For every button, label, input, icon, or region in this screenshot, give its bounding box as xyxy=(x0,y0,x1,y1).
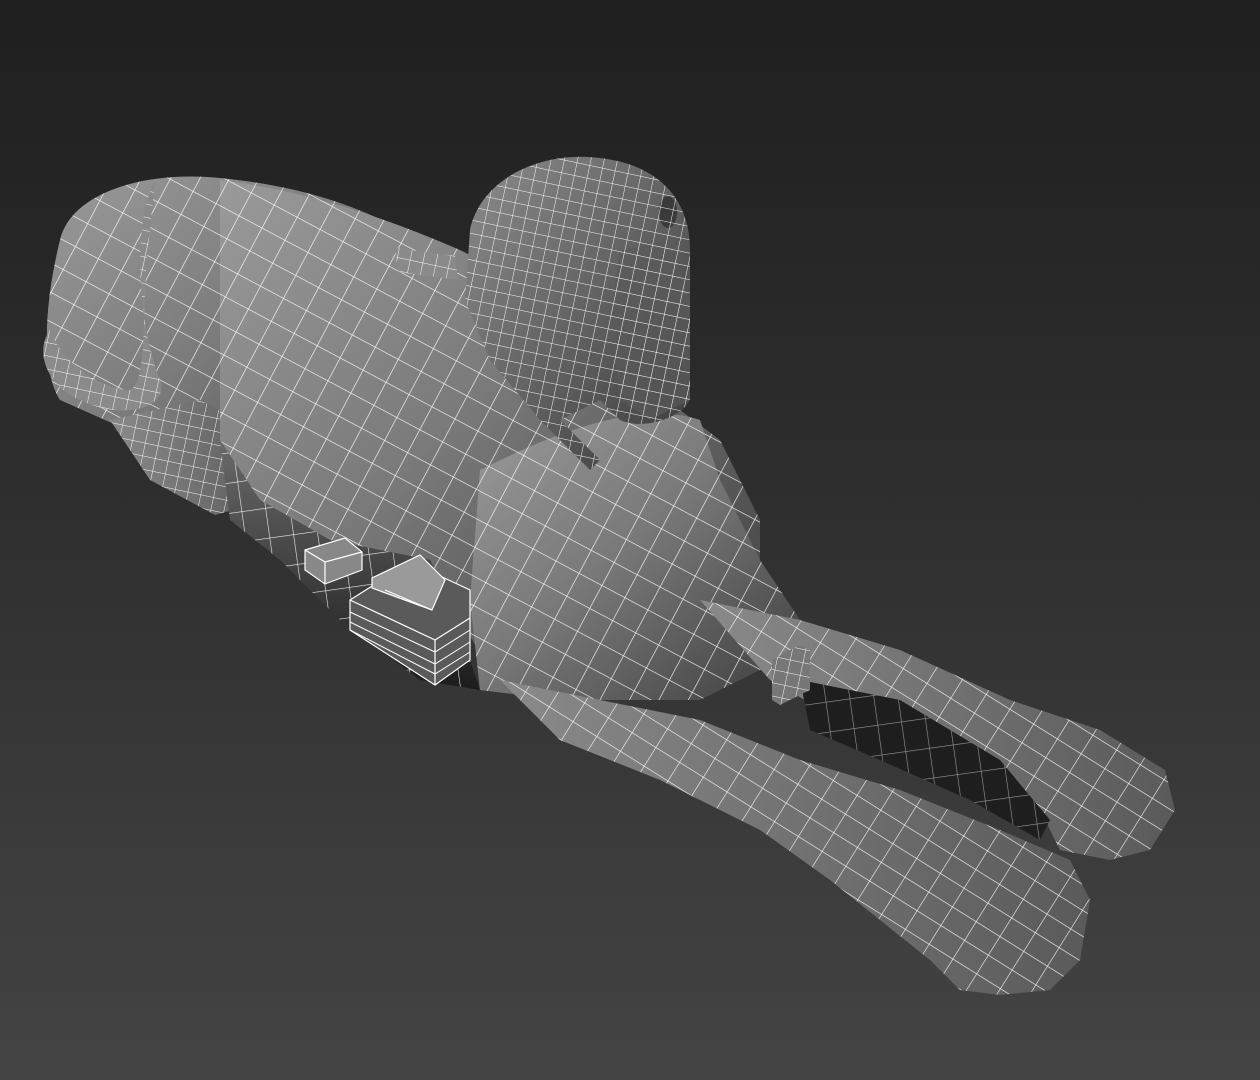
3d-viewport[interactable] xyxy=(0,0,1260,1080)
sphinx-model[interactable] xyxy=(43,156,1175,995)
viewport-scene[interactable] xyxy=(0,0,1260,1080)
